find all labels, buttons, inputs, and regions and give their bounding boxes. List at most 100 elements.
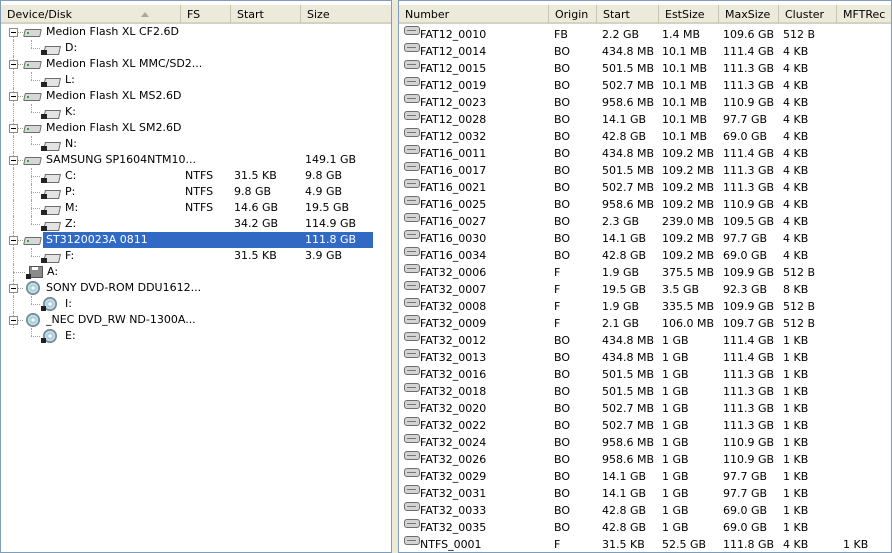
table-row[interactable]: FAT32_0007 F 19.5 GB 3.5 GB 92.3 GB 8 KB xyxy=(399,281,891,298)
partition-list-pane: Number Origin Start EstSize MaxSize Clus… xyxy=(398,0,892,553)
table-row[interactable]: FAT32_0026 BO 958.6 MB 1 GB 110.9 GB 1 KB xyxy=(399,451,891,468)
partition-cluster: 1 KB xyxy=(783,351,809,364)
cd-drive-icon xyxy=(24,281,40,295)
partition-estsize: 1 GB xyxy=(662,385,689,398)
tree-volume-row[interactable]: M: NTFS 14.6 GB 19.5 GB xyxy=(1,200,391,216)
tree-volume-row[interactable]: D: xyxy=(1,40,391,56)
table-row[interactable]: FAT32_0006 F 1.9 GB 375.5 MB 109.9 GB 512 B xyxy=(399,264,891,281)
column-header-number[interactable]: Number xyxy=(399,5,549,24)
partition-estsize: 1 GB xyxy=(662,368,689,381)
tree-device-row[interactable]: SONY DVD-ROM DDU1612... xyxy=(1,280,391,296)
table-row[interactable]: FAT32_0029 BO 14.1 GB 1 GB 97.7 GB 1 KB xyxy=(399,468,891,485)
table-row[interactable]: FAT32_0009 F 2.1 GB 106.0 MB 109.7 GB 512 B xyxy=(399,315,891,332)
partition-icon xyxy=(404,264,420,273)
column-header-start[interactable]: Start xyxy=(597,5,659,24)
table-row[interactable]: FAT32_0016 BO 501.5 MB 1 GB 111.3 GB 1 KB xyxy=(399,366,891,383)
table-row[interactable]: FAT16_0030 BO 14.1 GB 109.2 MB 97.7 GB 4 KB xyxy=(399,230,891,247)
tree-volume-row[interactable]: K: xyxy=(1,104,391,120)
column-header-cluster[interactable]: Cluster xyxy=(779,5,837,24)
partition-maxsize: 111.8 GB xyxy=(723,538,775,551)
tree-floppy-row[interactable]: A: xyxy=(1,264,391,280)
tree-volume-row[interactable]: P: NTFS 9.8 GB 4.9 GB xyxy=(1,184,391,200)
partition-start: 42.8 GB xyxy=(602,249,647,262)
column-header-maxsize[interactable]: MaxSize xyxy=(719,5,779,24)
collapse-toggle-icon[interactable] xyxy=(9,60,18,69)
tree-item-label: C: xyxy=(65,169,77,182)
table-row[interactable]: FAT16_0021 BO 502.7 MB 109.2 MB 111.3 GB 4 KB xyxy=(399,179,891,196)
tree-device-row[interactable]: Medion Flash XL SM2.6D xyxy=(1,120,391,136)
tree-device-row[interactable]: Medion Flash XL CF2.6D xyxy=(1,24,391,40)
partition-origin: F xyxy=(554,317,561,330)
collapse-toggle-icon[interactable] xyxy=(9,156,18,165)
partition-number: FAT12_0032 xyxy=(420,130,487,143)
table-row[interactable]: FAT32_0022 BO 502.7 MB 1 GB 111.3 GB 1 KB xyxy=(399,417,891,434)
partition-maxsize: 110.9 GB xyxy=(723,453,775,466)
partition-maxsize: 111.3 GB xyxy=(723,402,775,415)
table-row[interactable]: FAT32_0013 BO 434.8 MB 1 GB 111.4 GB 1 KB xyxy=(399,349,891,366)
column-header-device-disk[interactable]: Device/Disk xyxy=(1,5,181,24)
table-row[interactable]: FAT16_0034 BO 42.8 GB 109.2 MB 69.0 GB 4 KB xyxy=(399,247,891,264)
partition-icon xyxy=(404,434,420,443)
collapse-toggle-icon[interactable] xyxy=(9,28,18,37)
partition-icon xyxy=(404,366,420,375)
tree-volume-row[interactable]: C: NTFS 31.5 KB 9.8 GB xyxy=(1,168,391,184)
column-header-mftrec[interactable]: MFTRec xyxy=(837,5,891,24)
table-row[interactable]: FAT12_0019 BO 502.7 MB 10.1 MB 111.3 GB 4 KB xyxy=(399,77,891,94)
table-row[interactable]: FAT32_0008 F 1.9 GB 335.5 MB 109.9 GB 512 B xyxy=(399,298,891,315)
partition-start: 434.8 MB xyxy=(602,334,655,347)
table-row[interactable]: FAT32_0012 BO 434.8 MB 1 GB 111.4 GB 1 KB xyxy=(399,332,891,349)
table-row[interactable]: FAT32_0035 BO 42.8 GB 1 GB 69.0 GB 1 KB xyxy=(399,519,891,536)
column-header-origin[interactable]: Origin xyxy=(549,5,597,24)
column-header-start[interactable]: Start xyxy=(231,5,301,24)
table-row[interactable]: FAT16_0017 BO 501.5 MB 109.2 MB 111.3 GB 4 KB xyxy=(399,162,891,179)
table-row[interactable]: FAT12_0023 BO 958.6 MB 10.1 MB 110.9 GB 4 KB xyxy=(399,94,891,111)
tree-device-row[interactable]: ST3120023A 0811 111.8 GB xyxy=(1,232,391,248)
tree-device-row[interactable]: Medion Flash XL MMC/SD2... xyxy=(1,56,391,72)
table-row[interactable]: FAT16_0011 BO 434.8 MB 109.2 MB 111.4 GB 4 KB xyxy=(399,145,891,162)
partition-maxsize: 109.5 GB xyxy=(723,215,775,228)
table-row[interactable]: FAT12_0015 BO 501.5 MB 10.1 MB 111.3 GB 4 KB xyxy=(399,60,891,77)
partition-number: FAT32_0026 xyxy=(420,453,487,466)
collapse-toggle-icon[interactable] xyxy=(9,236,18,245)
table-row[interactable]: FAT32_0031 BO 14.1 GB 1 GB 97.7 GB 1 KB xyxy=(399,485,891,502)
tree-item-label: M: xyxy=(65,201,79,214)
tree-volume-row[interactable]: F: 31.5 KB 3.9 GB xyxy=(1,248,391,264)
collapse-toggle-icon[interactable] xyxy=(9,316,18,325)
table-row[interactable]: FAT32_0033 BO 42.8 GB 1 GB 69.0 GB 1 KB xyxy=(399,502,891,519)
device-tree-header: Device/Disk FS Start Size xyxy=(1,5,391,24)
tree-device-row[interactable]: SAMSUNG SP1604NTM10... 149.1 GB xyxy=(1,152,391,168)
partition-start: 14.1 GB xyxy=(602,232,647,245)
tree-item-label: F: xyxy=(65,249,75,262)
tree-volume-row[interactable]: Z: 34.2 GB 114.9 GB xyxy=(1,216,391,232)
tree-device-row[interactable]: Medion Flash XL MS2.6D xyxy=(1,88,391,104)
table-row[interactable]: FAT32_0018 BO 501.5 MB 1 GB 111.3 GB 1 KB xyxy=(399,383,891,400)
partition-icon xyxy=(404,451,420,460)
collapse-toggle-icon[interactable] xyxy=(9,284,18,293)
volume-icon xyxy=(41,217,61,231)
column-header-fs[interactable]: FS xyxy=(181,5,231,24)
table-row[interactable]: FAT12_0028 BO 14.1 GB 10.1 MB 97.7 GB 4 KB xyxy=(399,111,891,128)
table-row[interactable]: NTFS_0001 F 31.5 KB 52.5 GB 111.8 GB 4 KB 1 KB xyxy=(399,536,891,552)
collapse-toggle-icon[interactable] xyxy=(9,92,18,101)
tree-volume-row[interactable]: I: xyxy=(1,296,391,312)
collapse-toggle-icon[interactable] xyxy=(9,124,18,133)
tree-volume-row[interactable]: N: xyxy=(1,136,391,152)
table-row[interactable]: FAT16_0027 BO 2.3 GB 239.0 MB 109.5 GB 4 KB xyxy=(399,213,891,230)
partition-start: 434.8 MB xyxy=(602,351,655,364)
table-row[interactable]: FAT32_0020 BO 502.7 MB 1 GB 111.3 GB 1 KB xyxy=(399,400,891,417)
tree-device-row[interactable]: _NEC DVD_RW ND-1300A... xyxy=(1,312,391,328)
column-header-estsize[interactable]: EstSize xyxy=(659,5,719,24)
column-header-size[interactable]: Size xyxy=(301,5,391,24)
table-row[interactable]: FAT12_0010 FB 2.2 GB 1.4 MB 109.6 GB 512 B xyxy=(399,26,891,43)
tree-volume-row[interactable]: L: xyxy=(1,72,391,88)
partition-estsize: 3.5 GB xyxy=(662,283,700,296)
table-row[interactable]: FAT12_0032 BO 42.8 GB 10.1 MB 69.0 GB 4 KB xyxy=(399,128,891,145)
table-row[interactable]: FAT32_0024 BO 958.6 MB 1 GB 110.9 GB 1 KB xyxy=(399,434,891,451)
partition-start: 501.5 MB xyxy=(602,62,655,75)
table-row[interactable]: FAT16_0025 BO 958.6 MB 109.2 MB 110.9 GB 4 KB xyxy=(399,196,891,213)
tree-volume-row[interactable]: E: xyxy=(1,328,391,344)
table-row[interactable]: FAT12_0014 BO 434.8 MB 10.1 MB 111.4 GB 4 KB xyxy=(399,43,891,60)
partition-maxsize: 69.0 GB xyxy=(723,130,768,143)
partition-start: 14.1 GB xyxy=(602,113,647,126)
tree-line xyxy=(13,200,14,216)
